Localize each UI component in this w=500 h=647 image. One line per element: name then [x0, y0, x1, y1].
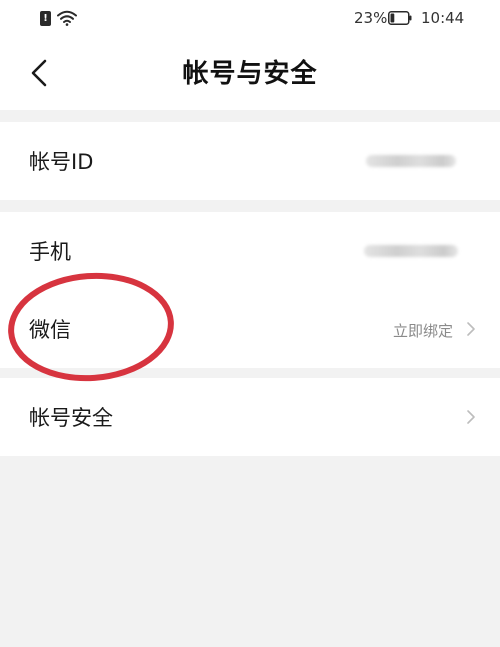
chevron-right-icon: [467, 410, 475, 424]
wechat-bind-status: 立即绑定: [392, 322, 453, 340]
status-bar: ! 23% 10:44: [0, 0, 500, 38]
phone-label: 手机: [29, 240, 71, 264]
sim-alert-icon: !: [40, 11, 51, 26]
battery-icon: [388, 11, 412, 25]
account-id-value-redacted: [366, 155, 456, 167]
chevron-right-icon: [467, 322, 475, 336]
phone-value-redacted: [364, 245, 458, 257]
wifi-icon: [57, 10, 77, 26]
security-card: 帐号安全: [0, 378, 500, 456]
wechat-row[interactable]: 微信 立即绑定: [0, 290, 500, 368]
account-id-card: 帐号ID: [0, 122, 500, 200]
battery-percent: 23%: [354, 9, 388, 27]
page-title: 帐号与安全: [182, 59, 318, 89]
title-bar: 帐号与安全: [0, 38, 500, 110]
phone-row[interactable]: 手机: [0, 212, 500, 290]
wechat-label: 微信: [29, 318, 71, 342]
account-security-label: 帐号安全: [29, 406, 113, 430]
battery-fill: [390, 13, 395, 23]
account-security-row[interactable]: 帐号安全: [0, 378, 500, 456]
status-time: 10:44: [421, 9, 465, 27]
binding-card: 手机 微信 立即绑定: [0, 212, 500, 368]
account-id-row[interactable]: 帐号ID: [0, 122, 500, 200]
account-id-label: 帐号ID: [29, 150, 94, 174]
